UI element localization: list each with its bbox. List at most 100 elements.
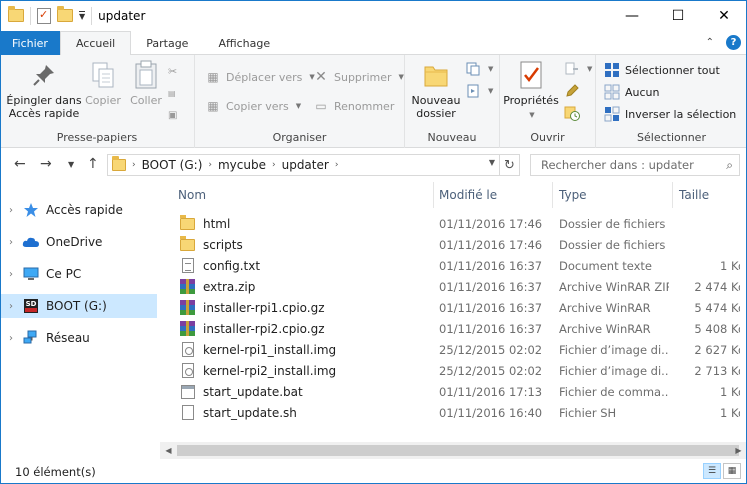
delete-label: Supprimer: [334, 70, 392, 84]
refresh-icon[interactable]: ↻: [499, 155, 519, 175]
file-row[interactable]: installer-rpi2.cpio.gz 01/11/2016 16:37 Ar…: [160, 318, 747, 339]
column-header-name[interactable]: Nom: [178, 182, 206, 208]
nav-item-network[interactable]: › Réseau: [0, 326, 157, 350]
paste-button[interactable]: Coller: [126, 59, 166, 107]
easy-access-icon[interactable]: ▼: [465, 81, 493, 101]
properties-button[interactable]: Propriétés ▼: [502, 59, 560, 122]
nav-label: Accès rapide: [46, 203, 123, 217]
new-folder-quick-icon[interactable]: [57, 6, 73, 22]
file-row[interactable]: kernel-rpi1_install.img 25/12/2015 02:02 F…: [160, 339, 747, 360]
new-folder-icon: [420, 59, 452, 91]
breadcrumb-drive[interactable]: BOOT (G:): [142, 158, 203, 172]
expand-chevron-icon[interactable]: ›: [0, 333, 22, 344]
open-icon[interactable]: ▼: [564, 59, 592, 79]
rename-button[interactable]: ▭ Renommer: [313, 96, 394, 116]
column-divider[interactable]: [433, 182, 434, 208]
details-view-icon[interactable]: ☰: [703, 463, 721, 479]
edit-icon[interactable]: [564, 81, 580, 101]
close-button[interactable]: ✕: [701, 0, 747, 31]
breadcrumb-separator-icon[interactable]: ›: [132, 160, 136, 170]
breadcrumb-mycube[interactable]: mycube: [218, 158, 266, 172]
maximize-button[interactable]: ☐: [655, 0, 701, 31]
recent-locations-chevron-icon[interactable]: ▼: [68, 160, 74, 169]
expand-chevron-icon[interactable]: ›: [0, 205, 22, 216]
copy-to-button[interactable]: ▦ Copier vers ▼: [205, 96, 301, 116]
chevron-up-icon[interactable]: ⌃: [706, 37, 714, 48]
new-folder-button[interactable]: Nouveau dossier: [411, 59, 461, 120]
file-type: Archive WinRAR ZIP: [559, 279, 669, 294]
horizontal-scrollbar[interactable]: ◀ ▶: [160, 442, 747, 459]
history-icon[interactable]: [564, 103, 580, 123]
file-row[interactable]: start_update.sh 01/11/2016 16:40 Fichier S…: [160, 402, 747, 423]
address-dropdown-icon[interactable]: ▼: [489, 158, 495, 167]
file-row[interactable]: kernel-rpi2_install.img 25/12/2015 02:02 F…: [160, 360, 747, 381]
delete-button[interactable]: ✕ Supprimer ▼: [313, 67, 404, 87]
file-name: kernel-rpi2_install.img: [203, 363, 337, 378]
column-header-size[interactable]: Taille: [679, 182, 709, 208]
file-name-cell[interactable]: start_update.sh: [180, 402, 430, 423]
nav-item-quick-access[interactable]: › Accès rapide: [0, 198, 157, 222]
column-header-modified[interactable]: Modifié le: [439, 182, 497, 208]
file-row[interactable]: scripts 01/11/2016 17:46 Dossier de fichie…: [160, 234, 747, 255]
copy-path-icon[interactable]: ▤: [168, 83, 176, 103]
file-name-cell[interactable]: installer-rpi1.cpio.gz: [180, 297, 430, 318]
file-name-cell[interactable]: extra.zip: [180, 276, 430, 297]
scroll-right-icon[interactable]: ▶: [730, 442, 747, 459]
move-to-button[interactable]: ▦ Déplacer vers ▼: [205, 67, 314, 87]
file-modified: 01/11/2016 17:46: [439, 216, 543, 231]
file-row[interactable]: installer-rpi1.cpio.gz 01/11/2016 16:37 Ar…: [160, 297, 747, 318]
item-count: 10 élément(s): [15, 464, 96, 479]
large-icons-view-icon[interactable]: ▦: [723, 463, 741, 479]
file-name-cell[interactable]: kernel-rpi1_install.img: [180, 339, 430, 360]
breadcrumb-separator-icon[interactable]: ›: [272, 160, 276, 170]
file-name-cell[interactable]: kernel-rpi2_install.img: [180, 360, 430, 381]
expand-chevron-icon[interactable]: ›: [0, 269, 22, 280]
up-arrow-icon[interactable]: ↑: [87, 156, 99, 172]
file-row[interactable]: config.txt 01/11/2016 16:37 Document texte…: [160, 255, 747, 276]
select-all-button[interactable]: Sélectionner tout: [604, 60, 720, 80]
invert-selection-button[interactable]: Inverser la sélection: [604, 104, 736, 124]
file-row[interactable]: extra.zip 01/11/2016 16:37 Archive WinRAR …: [160, 276, 747, 297]
forward-arrow-icon[interactable]: →: [40, 156, 52, 172]
pin-quick-access-button[interactable]: Épingler dans Accès rapide: [6, 59, 82, 120]
scroll-thumb[interactable]: [177, 445, 739, 456]
properties-quick-icon[interactable]: [37, 7, 51, 24]
nav-item-onedrive[interactable]: › OneDrive: [0, 230, 157, 254]
copy-button[interactable]: Copier: [83, 59, 123, 107]
breadcrumb-separator-icon[interactable]: ›: [208, 160, 212, 170]
column-header-type[interactable]: Type: [559, 182, 587, 208]
cut-icon[interactable]: ✂: [168, 61, 177, 81]
tab-share[interactable]: Partage: [131, 31, 203, 55]
tab-view[interactable]: Affichage: [203, 31, 285, 55]
expand-chevron-icon[interactable]: ›: [0, 237, 22, 248]
column-divider[interactable]: [552, 182, 553, 208]
breadcrumb-updater[interactable]: updater: [282, 158, 329, 172]
file-row[interactable]: start_update.bat 01/11/2016 17:13 Fichier …: [160, 381, 747, 402]
file-name-cell[interactable]: start_update.bat: [180, 381, 430, 402]
file-name-cell[interactable]: html: [180, 213, 430, 234]
nav-item-boot-drive[interactable]: › SD BOOT (G:): [0, 294, 157, 318]
search-input[interactable]: Rechercher dans : updater ⌕: [530, 154, 740, 176]
file-row[interactable]: html 01/11/2016 17:46 Dossier de fichiers: [160, 213, 747, 234]
column-divider[interactable]: [672, 182, 673, 208]
new-item-icon[interactable]: ▼: [465, 59, 493, 79]
paste-shortcut-icon[interactable]: ▣: [168, 105, 177, 125]
file-name-cell[interactable]: scripts: [180, 234, 430, 255]
address-bar[interactable]: › BOOT (G:) › mycube › updater › ▼ ↻: [107, 154, 520, 176]
tab-file[interactable]: Fichier: [0, 31, 60, 55]
nav-item-this-pc[interactable]: › Ce PC: [0, 262, 157, 286]
help-icon[interactable]: ?: [726, 35, 741, 50]
properties-label: Propriétés: [503, 94, 559, 107]
customize-toolbar-dropdown-icon[interactable]: ▼: [79, 10, 86, 21]
select-none-button[interactable]: Aucun: [604, 82, 660, 102]
file-name-cell[interactable]: installer-rpi2.cpio.gz: [180, 318, 430, 339]
tab-home[interactable]: Accueil: [59, 31, 132, 56]
scroll-left-icon[interactable]: ◀: [160, 442, 177, 459]
file-icon: [180, 404, 196, 421]
breadcrumb-separator-icon[interactable]: ›: [335, 160, 339, 170]
vertical-scrollbar[interactable]: [740, 182, 747, 442]
file-name-cell[interactable]: config.txt: [180, 255, 430, 276]
back-arrow-icon[interactable]: ←: [14, 156, 26, 172]
minimize-button[interactable]: —: [609, 0, 655, 31]
expand-chevron-icon[interactable]: ›: [0, 301, 22, 312]
